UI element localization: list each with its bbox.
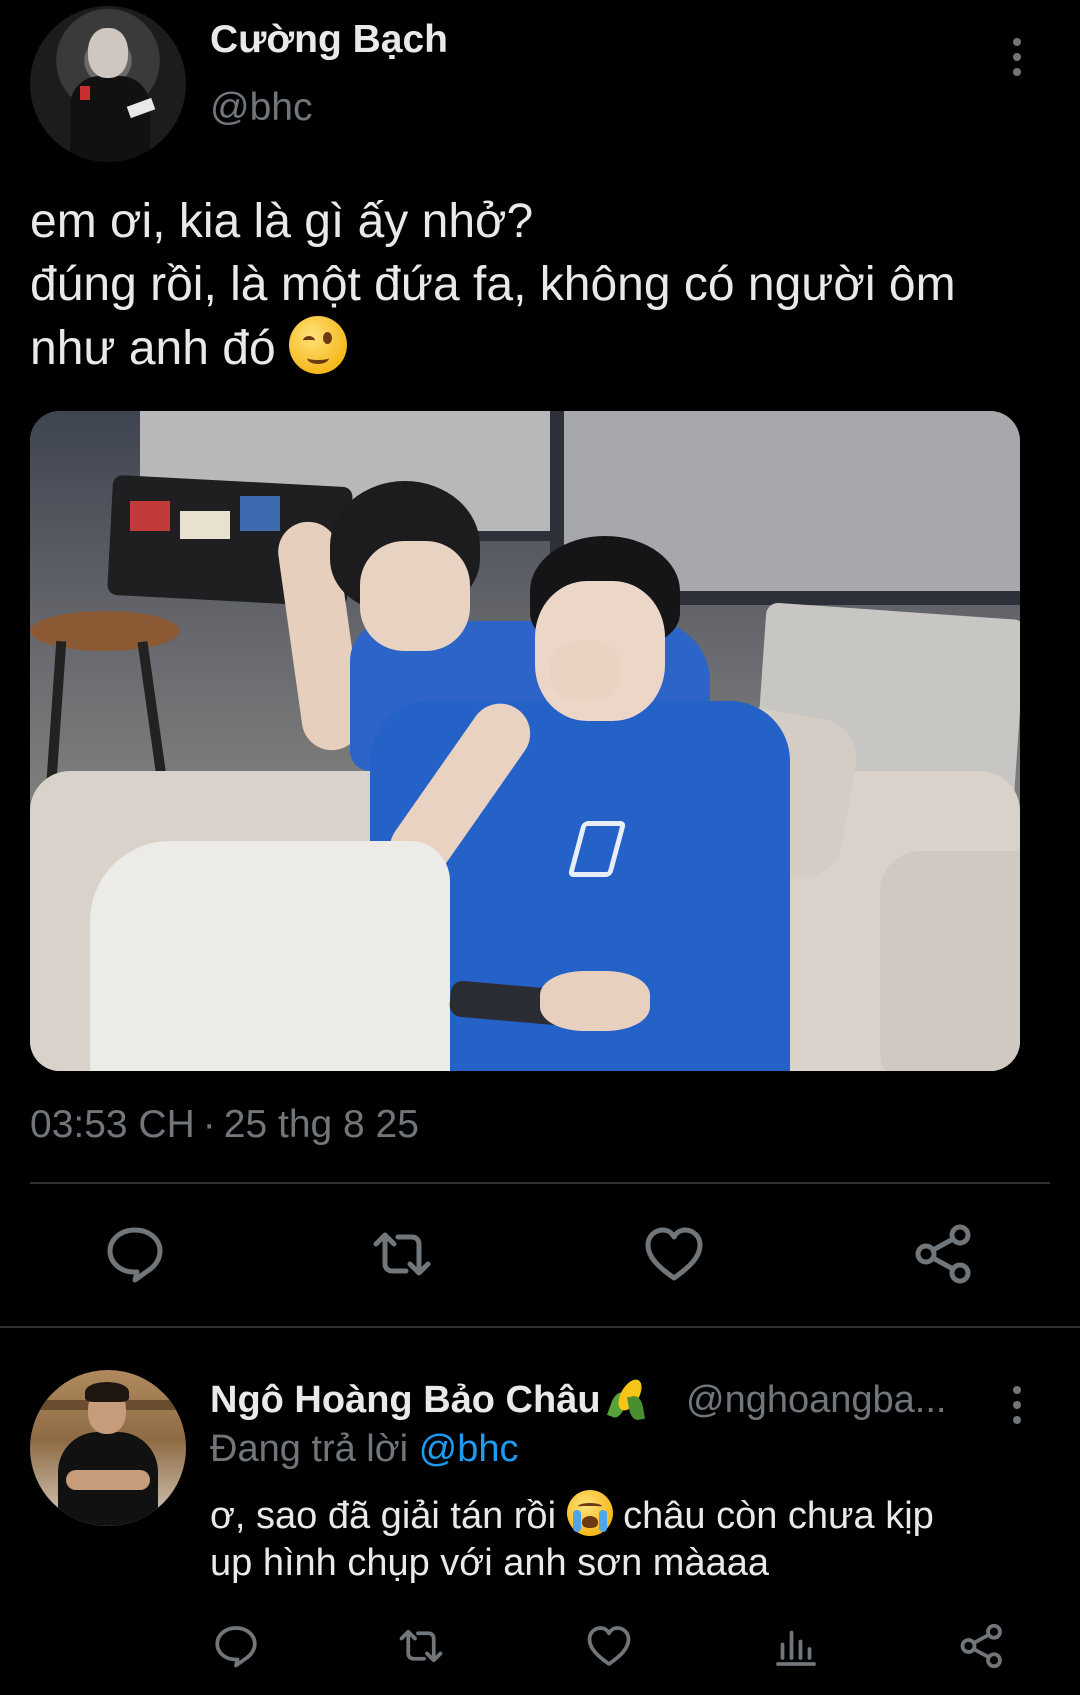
retweet-icon[interactable] bbox=[397, 1622, 445, 1670]
retweet-icon[interactable] bbox=[370, 1222, 434, 1286]
reply-author-name[interactable]: Ngô Hoàng Bảo Châu bbox=[210, 1375, 649, 1422]
like-icon[interactable] bbox=[642, 1222, 706, 1286]
views-icon[interactable] bbox=[772, 1622, 820, 1670]
tweet-detail-page: Cường Bạch @bhc em ơi, kia là gì ấy nhở?… bbox=[0, 0, 1080, 1695]
more-options-icon[interactable] bbox=[997, 1380, 1037, 1430]
tweet-text-fragment: như anh đó bbox=[30, 322, 276, 375]
tweet-text: em ơi, kia là gì ấy nhở? đúng rồi, là mộ… bbox=[30, 190, 1070, 380]
tweet-text-line: đúng rồi, là một đứa fa, không có người … bbox=[30, 258, 956, 311]
reply-text-line: ơ, sao đã giải tán rồi châu còn chưa kịp bbox=[210, 1490, 1050, 1540]
replying-to: Đang trả lời @bhc bbox=[210, 1428, 519, 1471]
corn-emoji-icon bbox=[606, 1375, 649, 1422]
more-options-icon[interactable] bbox=[997, 32, 1037, 82]
author-handle[interactable]: @bhc bbox=[210, 86, 312, 130]
author-avatar[interactable] bbox=[30, 6, 186, 162]
tweet-text-line: em ơi, kia là gì ấy nhở? bbox=[30, 195, 534, 248]
replying-to-mention[interactable]: @bhc bbox=[419, 1428, 519, 1470]
winking-face-emoji-icon bbox=[289, 316, 348, 374]
tweet-timestamp[interactable]: 03:53 CH · 25 thg 8 25 bbox=[30, 1103, 419, 1147]
divider bbox=[30, 1182, 1050, 1184]
tweet-time: 03:53 CH bbox=[30, 1103, 195, 1146]
reply-text-line: up hình chụp với anh sơn màaaa bbox=[210, 1542, 769, 1584]
reply-text-fragment: châu còn chưa kịp bbox=[623, 1495, 934, 1537]
tweet-photo[interactable] bbox=[30, 411, 1020, 1071]
reply-icon[interactable] bbox=[103, 1222, 167, 1286]
tweet-text-line: như anh đó bbox=[30, 316, 1070, 380]
reply-author-name-text: Ngô Hoàng Bảo Châu bbox=[210, 1379, 601, 1421]
share-icon[interactable] bbox=[912, 1222, 976, 1286]
like-icon[interactable] bbox=[585, 1622, 633, 1670]
reply-author-handle[interactable]: @nghoangba... bbox=[686, 1379, 946, 1422]
reply-text: ơ, sao đã giải tán rồi châu còn chưa kịp… bbox=[210, 1490, 1050, 1587]
separator: · bbox=[202, 1103, 216, 1146]
divider bbox=[0, 1326, 1080, 1328]
tweet-date: 25 thg 8 25 bbox=[223, 1103, 419, 1146]
share-icon[interactable] bbox=[958, 1622, 1006, 1670]
replying-to-prefix: Đang trả lời bbox=[210, 1428, 409, 1470]
author-name[interactable]: Cường Bạch bbox=[210, 18, 448, 62]
reply-text-fragment: ơ, sao đã giải tán rồi bbox=[210, 1495, 557, 1537]
reply-icon[interactable] bbox=[212, 1622, 260, 1670]
loudly-crying-face-emoji-icon bbox=[566, 1490, 613, 1536]
reply-author-avatar[interactable] bbox=[30, 1370, 186, 1526]
